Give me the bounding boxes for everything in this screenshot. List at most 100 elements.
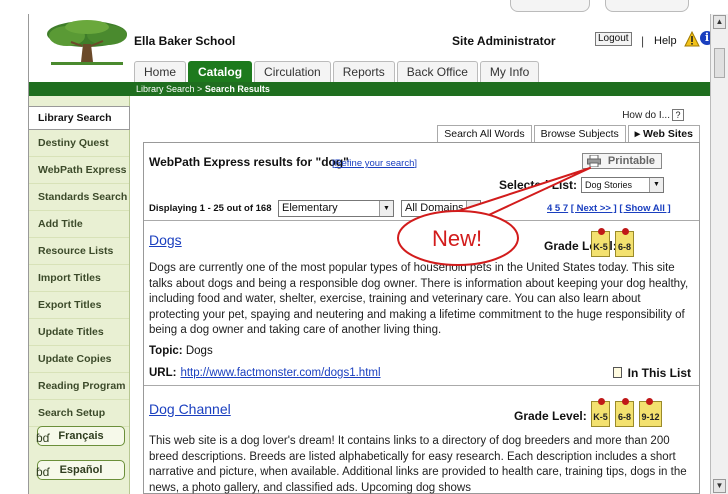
- sidebar-item-library-search[interactable]: Library Search: [29, 106, 130, 130]
- grade-badge-label: K-5: [593, 412, 608, 422]
- glasses-icon: ɓɗ: [36, 465, 50, 479]
- help-question-icon[interactable]: ?: [672, 109, 684, 121]
- tab-home[interactable]: Home: [134, 61, 187, 82]
- selected-list-dropdown[interactable]: Dog Stories ▼: [581, 177, 664, 193]
- pagination: 4 5 7 [ Next >> ] [ Show All ]: [547, 203, 671, 214]
- sidebar-item-import-titles[interactable]: Import Titles: [29, 265, 129, 292]
- pin-icon: [622, 228, 629, 235]
- sidebar-item-resource-lists[interactable]: Resource Lists: [29, 238, 129, 265]
- grade-badge-label: 6-8: [617, 412, 631, 422]
- sidebar-item-webpath-express[interactable]: WebPath Express: [29, 157, 129, 184]
- logout-button[interactable]: Logout: [595, 32, 632, 46]
- scroll-up-icon[interactable]: ▲: [713, 15, 726, 29]
- selected-list-label: Selected List:: [499, 178, 578, 192]
- grade-badge[interactable]: 6-8: [615, 228, 634, 257]
- tab-back-office[interactable]: Back Office: [396, 61, 478, 82]
- browser-tab-stub: [605, 0, 689, 12]
- result-description: This web site is a dog lover's dream! It…: [149, 435, 687, 494]
- printable-label: Printable: [607, 155, 655, 167]
- page-links[interactable]: 4 5 7: [547, 203, 568, 214]
- result-url-link[interactable]: http://www.factmonster.com/dogs1.html: [180, 367, 380, 379]
- domain-select[interactable]: All Domains ▼: [401, 200, 481, 217]
- chevron-down-icon: ▼: [379, 201, 393, 216]
- pin-icon: [598, 228, 605, 235]
- topic-value: Dogs: [185, 345, 213, 357]
- refine-search-link[interactable]: Refine your search: [335, 158, 415, 169]
- breadcrumb-parent[interactable]: Library Search: [136, 84, 195, 94]
- breadcrumb: Library Search > Search Results: [136, 83, 270, 95]
- callout-text: New!: [432, 226, 483, 251]
- sidebar-item-destiny-quest[interactable]: Destiny Quest: [29, 130, 129, 157]
- next-page-link[interactable]: [ Next >> ]: [571, 203, 617, 214]
- url-label: URL:: [149, 367, 177, 379]
- tab-circulation[interactable]: Circulation: [254, 61, 331, 82]
- help-link[interactable]: Help: [654, 35, 677, 47]
- reading-level-value: Elementary: [282, 202, 338, 214]
- tab-my-info[interactable]: My Info: [479, 61, 540, 82]
- warning-icon[interactable]: [684, 31, 700, 47]
- domain-value: All Domains: [405, 202, 464, 214]
- subtab-label: Web Sites: [643, 128, 693, 140]
- result-count: Displaying 1 - 25 out of 168: [149, 203, 272, 214]
- sidebar-item-standards-search[interactable]: Standards Search: [29, 184, 129, 211]
- divider: [144, 220, 699, 221]
- grade-badge-label: 6-8: [617, 242, 631, 252]
- result-title-link[interactable]: Dogs: [149, 232, 182, 248]
- main-nav-tabs: Home Catalog Circulation Reports Back Of…: [134, 61, 541, 82]
- subtab-web-sites[interactable]: ▸ Web Sites: [627, 125, 700, 142]
- tab-catalog[interactable]: Catalog: [188, 61, 253, 82]
- grade-badge[interactable]: 6-8: [615, 398, 634, 427]
- reading-level-select[interactable]: Elementary ▼: [278, 200, 394, 217]
- sidebar-item-reading-program[interactable]: Reading Program: [29, 373, 129, 400]
- scroll-thumb[interactable]: [714, 48, 725, 78]
- scroll-down-icon[interactable]: ▼: [713, 479, 726, 493]
- in-list-label: In This List: [627, 366, 691, 380]
- breadcrumb-bar: Library Search > Search Results: [29, 82, 720, 96]
- breadcrumb-separator: >: [197, 84, 203, 94]
- result-url: URL: http://www.factmonster.com/dogs1.htm…: [149, 367, 381, 379]
- how-do-i-link[interactable]: How do I...?: [622, 109, 684, 121]
- refine-search: [Refine your search]: [332, 158, 418, 169]
- pin-icon: [622, 398, 629, 405]
- printer-icon: [587, 155, 601, 167]
- tree-logo-icon[interactable]: [41, 18, 133, 70]
- chevron-down-icon: ▼: [466, 201, 480, 216]
- subtab-search-all-words[interactable]: Search All Words: [437, 125, 532, 142]
- sidebar-item-update-copies[interactable]: Update Copies: [29, 346, 129, 373]
- subtab-browse-subjects[interactable]: Browse Subjects: [533, 125, 626, 142]
- glasses-icon: ɓɗ: [36, 431, 50, 445]
- sidebar-item-search-setup[interactable]: Search Setup: [29, 400, 129, 427]
- pin-icon: [598, 398, 605, 405]
- tab-reports[interactable]: Reports: [332, 61, 395, 82]
- app-header: Ella Baker School Site Administrator Log…: [29, 14, 714, 92]
- grade-badge[interactable]: K-5: [591, 228, 610, 257]
- grade-badge-label: 9-12: [641, 412, 660, 422]
- grade-badge[interactable]: 9-12: [639, 398, 662, 427]
- left-sidebar: Library Search Destiny Quest WebPath Exp…: [29, 96, 130, 494]
- sidebar-item-update-titles[interactable]: Update Titles: [29, 319, 129, 346]
- show-all-link[interactable]: [ Show All ]: [619, 203, 670, 214]
- language-label: Español: [59, 464, 103, 476]
- result-description: Dogs are currently one of the most popul…: [149, 262, 689, 336]
- search-subtabs: Search All Words Browse Subjects ▸ Web S…: [435, 125, 700, 142]
- sidebar-item-export-titles[interactable]: Export Titles: [29, 292, 129, 319]
- language-espanol-button[interactable]: ɓɗ Español: [36, 460, 125, 480]
- browser-top-strip: [0, 0, 728, 14]
- grade-badge[interactable]: K-5: [591, 398, 610, 427]
- language-label: Français: [58, 430, 104, 442]
- list-document-icon: [612, 367, 622, 378]
- in-this-list-indicator[interactable]: In This List: [612, 366, 691, 380]
- printable-button[interactable]: Printable: [582, 153, 662, 169]
- main-content: How do I...? Search All Words Browse Sub…: [137, 96, 708, 494]
- school-name: Ella Baker School: [134, 34, 236, 48]
- result-title-link[interactable]: Dog Channel: [149, 401, 231, 417]
- user-role: Site Administrator: [452, 34, 556, 48]
- divider: [144, 385, 699, 386]
- language-francais-button[interactable]: ɓɗ Français: [36, 426, 125, 446]
- results-title: WebPath Express results for "dog": [149, 155, 349, 169]
- vertical-scrollbar[interactable]: ▲ ▼: [710, 14, 728, 494]
- breadcrumb-current: Search Results: [204, 84, 270, 94]
- topic-label: Topic:: [149, 345, 183, 357]
- sidebar-item-add-title[interactable]: Add Title: [29, 211, 129, 238]
- result-topic: Topic: Dogs: [149, 345, 213, 357]
